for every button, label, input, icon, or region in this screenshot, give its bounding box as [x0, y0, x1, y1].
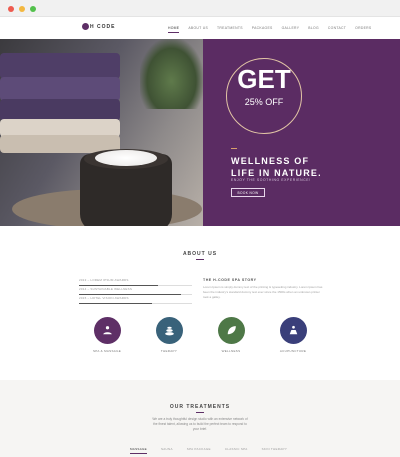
- badge-discount-text: 25% OFF: [244, 97, 284, 107]
- hero-spa-image: [0, 39, 203, 226]
- nav-item-treatments[interactable]: TREATMENTS: [217, 26, 243, 33]
- service-therapy[interactable]: THERAPY: [139, 317, 199, 353]
- leaf-icon: [217, 317, 245, 344]
- skill-item: 2015 – HOTEL VISION AWARDS: [79, 296, 192, 305]
- tab-spa-package[interactable]: SPA PACKAGE: [187, 447, 211, 454]
- about-story-text: Lorem Ipsum is simply dummy text of the …: [203, 285, 323, 299]
- skill-label: 2015 – HOTEL VISION AWARDS: [79, 296, 129, 300]
- service-acupuncture[interactable]: ACUPUNCTURE: [263, 317, 323, 353]
- skills-list: 2013 – LOREM IPSUM AWARDS 2014 – SUSTAIN…: [79, 278, 192, 305]
- services-row: SPA & MASSAGE THERAPY WELLNESS ACUPUNCTU…: [0, 317, 400, 357]
- tab-massage[interactable]: MASSAGE: [130, 447, 147, 454]
- hero-section: [0, 39, 400, 226]
- service-label: SPA & MASSAGE: [92, 349, 122, 353]
- treatments-section: OUR TREATMENTS We are a truly thoughtful…: [0, 380, 400, 457]
- skill-item: 2014 – SUSTAINABLE WELLNESS: [79, 287, 192, 296]
- skill-label: 2014 – SUSTAINABLE WELLNESS: [79, 287, 133, 291]
- service-label: THERAPY: [160, 349, 178, 353]
- hero-divider: [231, 148, 237, 149]
- about-section-title: ABOUT US: [182, 251, 218, 257]
- nav-item-orders[interactable]: ORDERS: [355, 26, 371, 33]
- service-spa-massage[interactable]: SPA & MASSAGE: [77, 317, 137, 353]
- service-wellness[interactable]: WELLNESS: [201, 317, 261, 353]
- treatments-title-divider: [196, 412, 204, 413]
- skill-item: 2013 – LOREM IPSUM AWARDS: [79, 278, 192, 287]
- treatments-description: We are a truly thoughtful design studio …: [152, 417, 248, 431]
- hero-title: WELLNESS OF LIFE IN NATURE.: [231, 155, 322, 179]
- nav-item-blog[interactable]: BLOG: [308, 26, 319, 33]
- main-navigation: HOME ABOUT US TREATMENTS PACKAGES GALLER…: [168, 26, 371, 33]
- about-title-divider: [196, 259, 204, 260]
- nav-item-contact[interactable]: CONTACT: [328, 26, 346, 33]
- minimize-window-button[interactable]: [19, 6, 25, 12]
- logo-icon: [82, 23, 89, 30]
- logo-text: H CODE: [90, 23, 116, 30]
- tab-skin-therapy[interactable]: SKIN THERAPY: [262, 447, 288, 454]
- skill-label: 2013 – LOREM IPSUM AWARDS: [79, 278, 129, 282]
- nav-item-packages[interactable]: PACKAGES: [252, 26, 273, 33]
- massage-icon: [93, 317, 121, 344]
- service-label: WELLNESS: [221, 349, 241, 353]
- treatments-title: OUR TREATMENTS: [169, 404, 231, 410]
- lotus-icon: [279, 317, 307, 344]
- tab-sauna[interactable]: SAUNA: [161, 447, 173, 454]
- skill-progress-bar: [79, 303, 153, 304]
- browser-window-bar: [0, 0, 400, 17]
- treatment-tabs: MASSAGE SAUNA SPA PACKAGE CLASSIC SPA SK…: [130, 447, 287, 454]
- site-logo[interactable]: H CODE: [82, 23, 115, 30]
- hero-subtitle: ENJOY THE SOOTHING EXPERIENCE!: [231, 178, 311, 182]
- service-label: ACUPUNCTURE: [279, 349, 307, 353]
- nav-item-about-us[interactable]: ABOUT US: [188, 26, 208, 33]
- site-header: H CODE HOME ABOUT US TREATMENTS PACKAGES…: [0, 17, 400, 39]
- maximize-window-button[interactable]: [30, 6, 36, 12]
- skill-progress-bar: [79, 294, 181, 295]
- close-window-button[interactable]: [8, 6, 14, 12]
- hero-title-line-1: WELLNESS OF: [231, 156, 310, 166]
- skill-progress-bar: [79, 285, 159, 286]
- book-now-button[interactable]: BOOK NOW: [231, 188, 265, 197]
- stones-icon: [155, 317, 183, 344]
- badge-headline: GET: [237, 64, 291, 94]
- tab-classic-spa[interactable]: CLASSIC SPA: [225, 447, 248, 454]
- nav-item-gallery[interactable]: GALLERY: [282, 26, 300, 33]
- nav-item-home[interactable]: HOME: [168, 26, 180, 33]
- about-story-heading: THE H-CODE SPA STORY: [203, 278, 257, 282]
